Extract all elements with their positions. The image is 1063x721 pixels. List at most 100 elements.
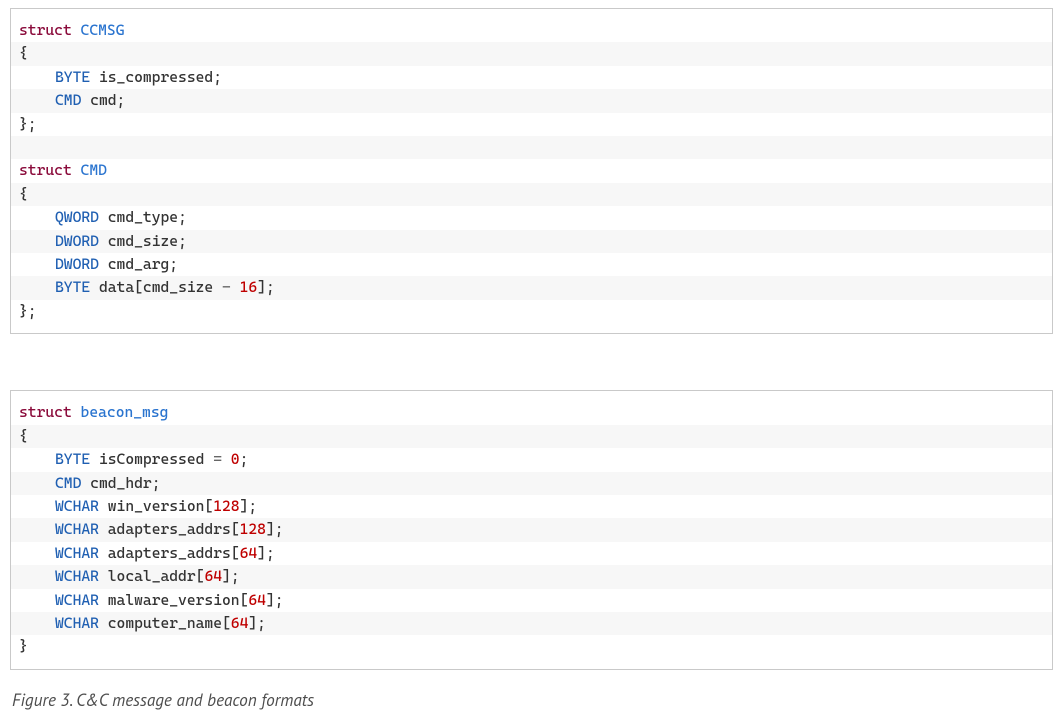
code-token-punct: {: [19, 185, 28, 203]
code-line: CMD cmd;: [11, 89, 1052, 112]
code-token-punct: ;: [266, 544, 275, 562]
code-line: struct CMD: [11, 159, 1052, 182]
code-token-type: WCHAR: [55, 497, 99, 515]
code-line: {: [11, 42, 1052, 65]
code-token-num: 64: [240, 544, 258, 562]
code-token-punct: ;: [248, 497, 257, 515]
code-token-punct: ;: [231, 567, 240, 585]
code-token-num: 0: [231, 450, 240, 468]
code-line: WCHAR adapters_addrs[128];: [11, 518, 1052, 541]
code-token-type: DWORD: [55, 255, 99, 273]
code-token-name: cmd: [81, 91, 116, 109]
code-token-type: BYTE: [55, 68, 90, 86]
code-token-punct: {: [19, 427, 28, 445]
code-token-type: BYTE: [55, 450, 90, 468]
code-token-type: WCHAR: [55, 520, 99, 538]
code-token-type: WCHAR: [55, 567, 99, 585]
code-token-name: local_addr: [99, 567, 196, 585]
code-line: struct CCMSG: [11, 19, 1052, 42]
code-token-name: [19, 138, 28, 156]
code-token-punct: ;: [257, 614, 266, 632]
code-token-punct: [: [204, 497, 213, 515]
code-line: WCHAR malware_version[64];: [11, 589, 1052, 612]
code-token-name: [72, 21, 81, 39]
code-token-punct: [: [231, 544, 240, 562]
code-token-name: cmd_type: [99, 208, 178, 226]
code-token-punct: ;: [275, 591, 284, 609]
code-token-punct: ]: [257, 278, 266, 296]
code-token-name: cmd_size: [99, 232, 178, 250]
code-line: CMD cmd_hdr;: [11, 472, 1052, 495]
code-token-punct: ;: [213, 68, 222, 86]
code-line: BYTE data[cmd_size - 16];: [11, 276, 1052, 299]
code-token-punct: ]: [222, 567, 231, 585]
code-token-name: is_compressed: [90, 68, 213, 86]
code-block-beacon-msg: struct beacon_msg { BYTE isCompressed = 0;…: [10, 390, 1053, 669]
code-token-ident: beacon_msg: [81, 403, 169, 421]
code-token-name: cmd_arg: [99, 255, 169, 273]
code-line: {: [11, 425, 1052, 448]
code-block-ccmsg-cmd: struct CCMSG{BYTE is_compressed;CMD cmd;…: [10, 8, 1053, 334]
code-line: DWORD cmd_size;: [11, 230, 1052, 253]
code-token-ident: CCMSG: [81, 21, 125, 39]
code-token-punct: [: [222, 614, 231, 632]
code-token-type: CMD: [55, 91, 81, 109]
code-line: DWORD cmd_arg;: [11, 253, 1052, 276]
code-token-type: DWORD: [55, 232, 99, 250]
code-token-num: 128: [213, 497, 239, 515]
code-token-name: [222, 450, 231, 468]
code-token-punct: ;: [117, 91, 126, 109]
code-line: WCHAR adapters_addrs[64];: [11, 542, 1052, 565]
code-token-type: CMD: [55, 474, 81, 492]
code-token-name: data: [90, 278, 134, 296]
code-token-punct: {: [19, 44, 28, 62]
code-line: struct beacon_msg: [11, 401, 1052, 424]
code-token-type: WCHAR: [55, 591, 99, 609]
code-line: WCHAR local_addr[64];: [11, 565, 1052, 588]
code-token-name: computer_name: [99, 614, 222, 632]
code-token-name: adapters_addrs: [99, 544, 231, 562]
code-token-punct: };: [19, 115, 37, 133]
code-token-punct: ;: [240, 450, 249, 468]
code-line: BYTE isCompressed = 0;: [11, 448, 1052, 471]
code-token-punct: };: [19, 302, 37, 320]
code-token-name: [72, 403, 81, 421]
code-token-name: cmd_size: [143, 278, 222, 296]
code-token-punct: ;: [178, 208, 187, 226]
code-line: };: [11, 113, 1052, 136]
code-line: WCHAR computer_name[64];: [11, 612, 1052, 635]
code-line: [11, 136, 1052, 159]
figure-caption: Figure 3. C&C message and beacon formats: [10, 688, 1053, 711]
code-token-name: win_version: [99, 497, 204, 515]
code-token-punct: }: [19, 637, 28, 655]
code-token-type: BYTE: [55, 278, 90, 296]
code-token-type: QWORD: [55, 208, 99, 226]
code-line: };: [11, 300, 1052, 323]
code-token-name: malware_version: [99, 591, 240, 609]
code-token-kw: struct: [19, 161, 72, 179]
code-token-name: cmd_hdr: [81, 474, 151, 492]
code-token-punct: [: [134, 278, 143, 296]
code-token-num: 64: [204, 567, 222, 585]
code-token-punct: ;: [152, 474, 161, 492]
code-line: QWORD cmd_type;: [11, 206, 1052, 229]
code-line: }: [11, 635, 1052, 658]
code-token-op: -: [222, 278, 231, 296]
code-token-name: [72, 161, 81, 179]
code-token-num: 64: [231, 614, 249, 632]
code-line: {: [11, 183, 1052, 206]
code-line: BYTE is_compressed;: [11, 66, 1052, 89]
code-token-punct: ]: [266, 520, 275, 538]
code-token-name: isCompressed: [90, 450, 213, 468]
blocks-gap: [10, 334, 1053, 390]
code-token-name: [231, 278, 240, 296]
code-token-kw: struct: [19, 403, 72, 421]
code-line: WCHAR win_version[128];: [11, 495, 1052, 518]
code-token-kw: struct: [19, 21, 72, 39]
code-token-name: adapters_addrs: [99, 520, 231, 538]
code-token-punct: ]: [257, 544, 266, 562]
code-token-op: =: [213, 450, 222, 468]
code-token-punct: ]: [248, 614, 257, 632]
code-token-num: 128: [240, 520, 266, 538]
code-token-punct: [: [231, 520, 240, 538]
